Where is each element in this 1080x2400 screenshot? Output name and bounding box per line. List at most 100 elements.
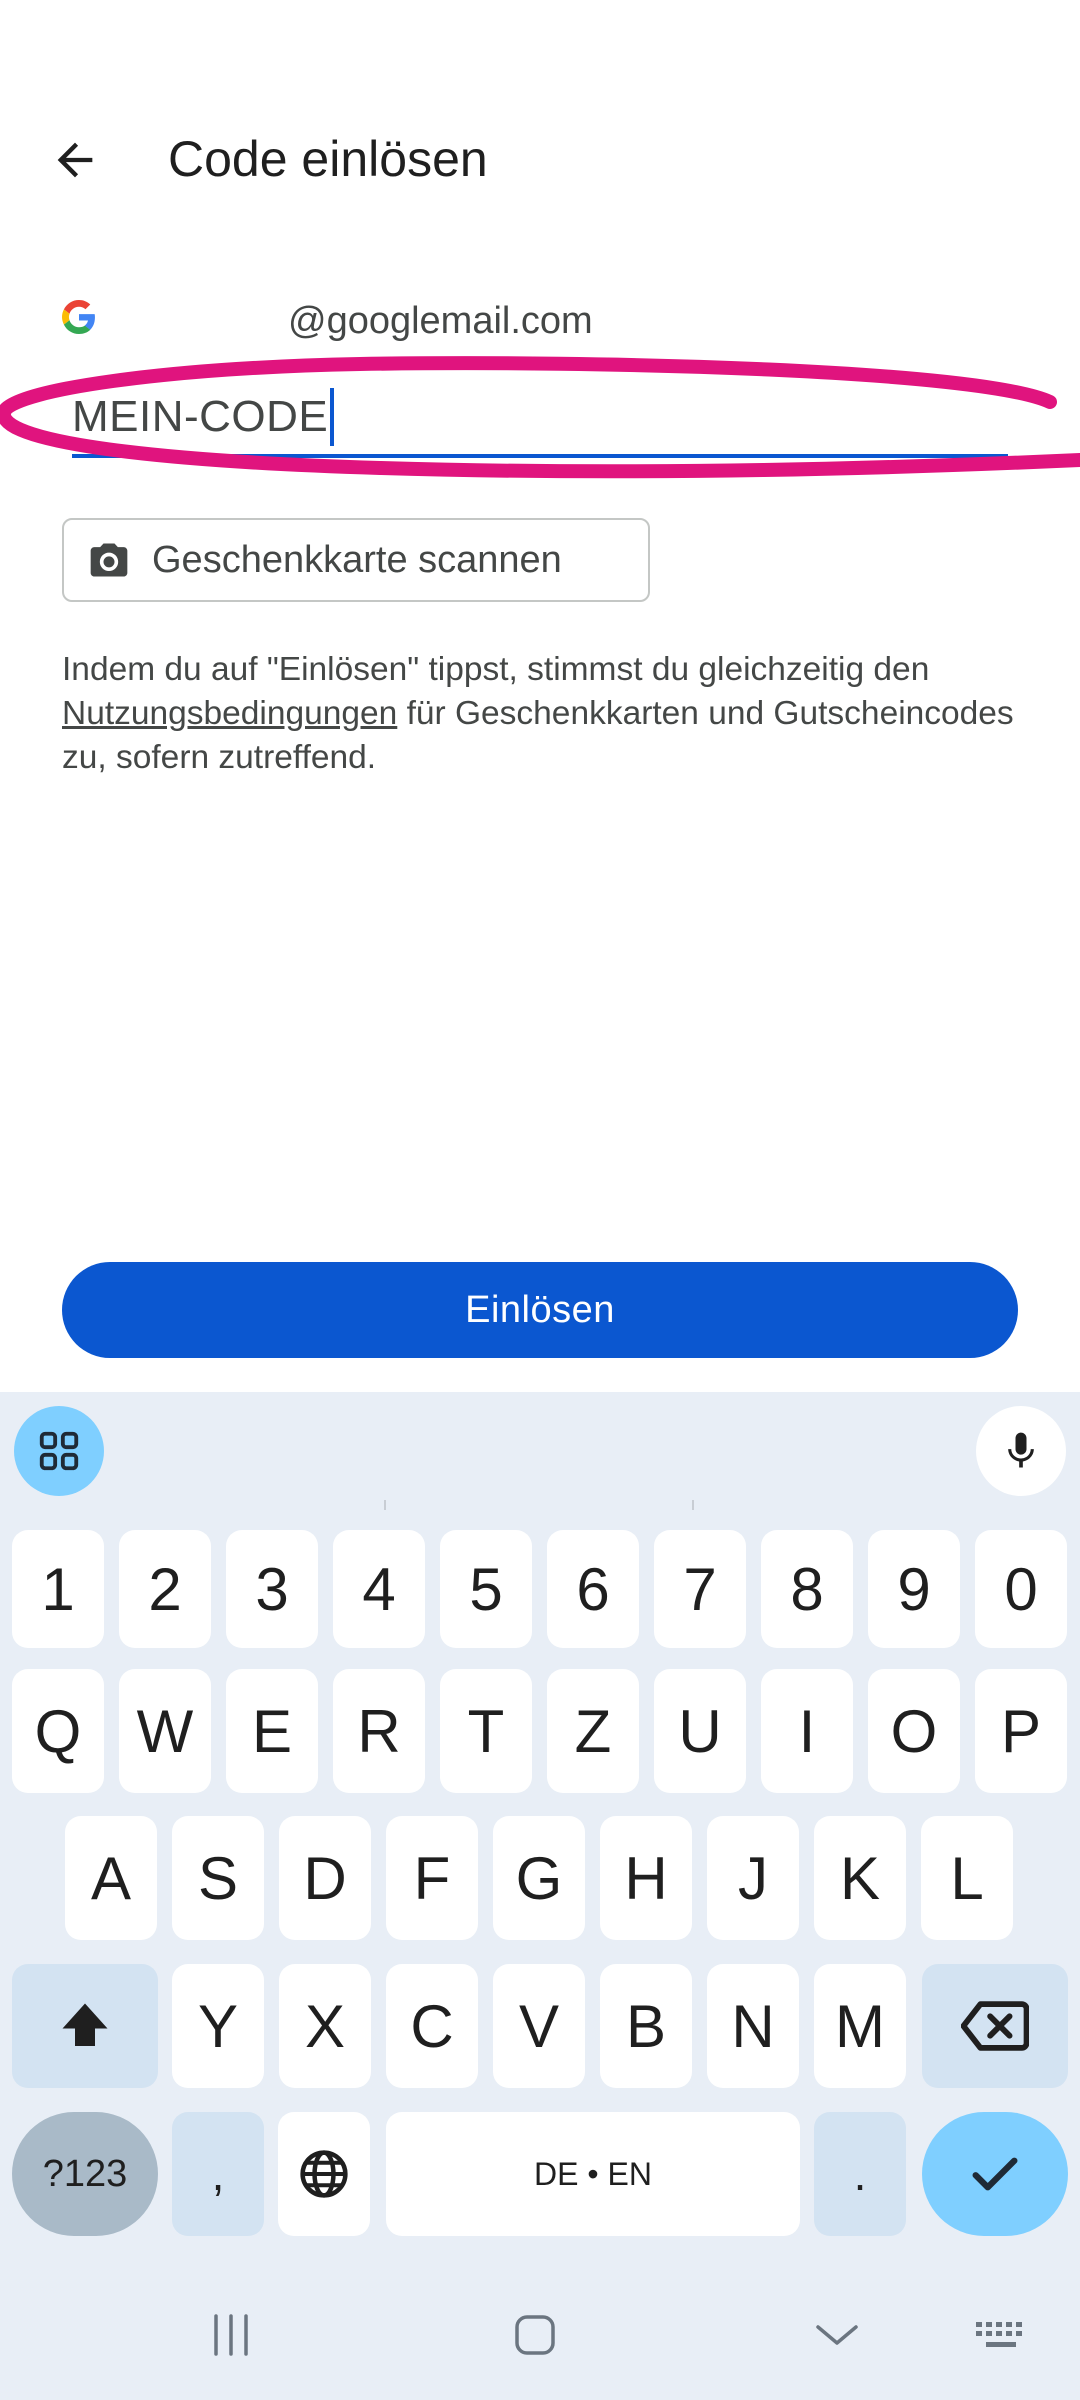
- key-1[interactable]: 1: [12, 1530, 104, 1648]
- key-d[interactable]: D: [279, 1816, 371, 1940]
- scan-gift-card-label: Geschenkkarte scannen: [152, 538, 562, 581]
- key-label: T: [467, 1697, 505, 1765]
- back-button[interactable]: [40, 125, 110, 195]
- key-9[interactable]: 9: [868, 1530, 960, 1648]
- key-p[interactable]: P: [975, 1669, 1067, 1793]
- scan-gift-card-button[interactable]: Geschenkkarte scannen: [62, 518, 650, 602]
- key-e[interactable]: E: [226, 1669, 318, 1793]
- key-label: 6: [576, 1555, 610, 1623]
- keyboard-icon: [976, 2322, 1022, 2347]
- key-a[interactable]: A: [65, 1816, 157, 1940]
- home-icon: [515, 2315, 555, 2355]
- key-6[interactable]: 6: [547, 1530, 639, 1648]
- key-v[interactable]: V: [493, 1964, 585, 2088]
- account-email: @googlemail.com: [288, 300, 593, 342]
- hide-keyboard-button[interactable]: [792, 2300, 882, 2370]
- backspace-icon: [961, 2001, 1029, 2051]
- keyboard: 1234567890 QWERTZUIOP ASDFGHJKL YXCVBNM …: [0, 1392, 1080, 2400]
- key-5[interactable]: 5: [440, 1530, 532, 1648]
- code-input-value: MEIN-CODE: [72, 392, 329, 441]
- key-label: E: [251, 1697, 293, 1765]
- comma-key-label: ,: [211, 2148, 225, 2200]
- key-x[interactable]: X: [279, 1964, 371, 2088]
- key-r[interactable]: R: [333, 1669, 425, 1793]
- period-key[interactable]: .: [814, 2112, 906, 2236]
- enter-key[interactable]: [922, 2112, 1068, 2236]
- symbols-key-label: ?123: [42, 2152, 128, 2195]
- key-label: X: [304, 1992, 346, 2060]
- google-g-logo: [62, 300, 95, 334]
- key-z[interactable]: Z: [547, 1669, 639, 1793]
- key-label: G: [515, 1844, 563, 1912]
- key-label: B: [625, 1992, 667, 2060]
- key-label: V: [518, 1992, 560, 2060]
- key-label: 1: [41, 1555, 75, 1623]
- key-j[interactable]: J: [707, 1816, 799, 1940]
- key-label: H: [624, 1844, 668, 1912]
- terms-link[interactable]: Nutzungsbedingungen: [62, 695, 397, 732]
- key-h[interactable]: H: [600, 1816, 692, 1940]
- key-label: C: [410, 1992, 454, 2060]
- code-input[interactable]: MEIN-CODE: [72, 380, 1008, 458]
- key-w[interactable]: W: [119, 1669, 211, 1793]
- key-g[interactable]: G: [493, 1816, 585, 1940]
- key-4[interactable]: 4: [333, 1530, 425, 1648]
- camera-icon: [86, 537, 132, 583]
- period-key-label: .: [853, 2148, 867, 2200]
- key-s[interactable]: S: [172, 1816, 264, 1940]
- key-2[interactable]: 2: [119, 1530, 211, 1648]
- keyboard-toolbar: [0, 1392, 1080, 1522]
- key-label: 9: [897, 1555, 931, 1623]
- key-label: F: [413, 1844, 451, 1912]
- account-row: @googlemail.com: [62, 296, 1022, 346]
- key-label: 4: [362, 1555, 396, 1623]
- key-label: A: [90, 1844, 132, 1912]
- terms-text: Indem du auf "Einlösen" tippst, stimmst …: [62, 648, 1022, 780]
- key-k[interactable]: K: [814, 1816, 906, 1940]
- language-key[interactable]: [278, 2112, 370, 2236]
- key-label: 5: [469, 1555, 503, 1623]
- key-label: N: [731, 1992, 775, 2060]
- backspace-key[interactable]: [922, 1964, 1068, 2088]
- terms-text-start: Indem du auf "Einlösen" tippst, stimmst …: [62, 651, 930, 688]
- key-label: 0: [1004, 1555, 1038, 1623]
- keyboard-menu-button[interactable]: [14, 1406, 104, 1496]
- key-n[interactable]: N: [707, 1964, 799, 2088]
- keyboard-switch-button[interactable]: [966, 2300, 1036, 2370]
- redeem-button[interactable]: Einlösen: [62, 1262, 1018, 1358]
- comma-key[interactable]: ,: [172, 2112, 264, 2236]
- key-3[interactable]: 3: [226, 1530, 318, 1648]
- key-o[interactable]: O: [868, 1669, 960, 1793]
- page-title: Code einlösen: [168, 131, 488, 187]
- key-label: I: [798, 1697, 816, 1765]
- microphone-icon: [1008, 1432, 1034, 1468]
- key-label: 3: [255, 1555, 289, 1623]
- symbols-key[interactable]: ?123: [12, 2112, 158, 2236]
- voice-input-button[interactable]: [976, 1406, 1066, 1496]
- key-f[interactable]: F: [386, 1816, 478, 1940]
- space-key[interactable]: DE • EN: [386, 2112, 800, 2236]
- key-u[interactable]: U: [654, 1669, 746, 1793]
- key-label: 2: [148, 1555, 182, 1623]
- arrow-left-icon: [57, 142, 93, 178]
- key-y[interactable]: Y: [172, 1964, 264, 2088]
- key-label: W: [136, 1697, 194, 1765]
- key-7[interactable]: 7: [654, 1530, 746, 1648]
- key-i[interactable]: I: [761, 1669, 853, 1793]
- key-0[interactable]: 0: [975, 1530, 1067, 1648]
- key-l[interactable]: L: [921, 1816, 1013, 1940]
- key-label: P: [1000, 1697, 1042, 1765]
- home-button[interactable]: [490, 2300, 580, 2370]
- grid-icon: [39, 1431, 79, 1471]
- recent-apps-button[interactable]: [186, 2300, 276, 2370]
- key-c[interactable]: C: [386, 1964, 478, 2088]
- key-t[interactable]: T: [440, 1669, 532, 1793]
- shift-key[interactable]: [12, 1964, 158, 2088]
- key-m[interactable]: M: [814, 1964, 906, 2088]
- key-q[interactable]: Q: [12, 1669, 104, 1793]
- checkmark-icon: [972, 2157, 1018, 2191]
- key-b[interactable]: B: [600, 1964, 692, 2088]
- key-8[interactable]: 8: [761, 1530, 853, 1648]
- app-bar: Code einlösen: [0, 0, 1080, 260]
- key-label: K: [839, 1844, 881, 1912]
